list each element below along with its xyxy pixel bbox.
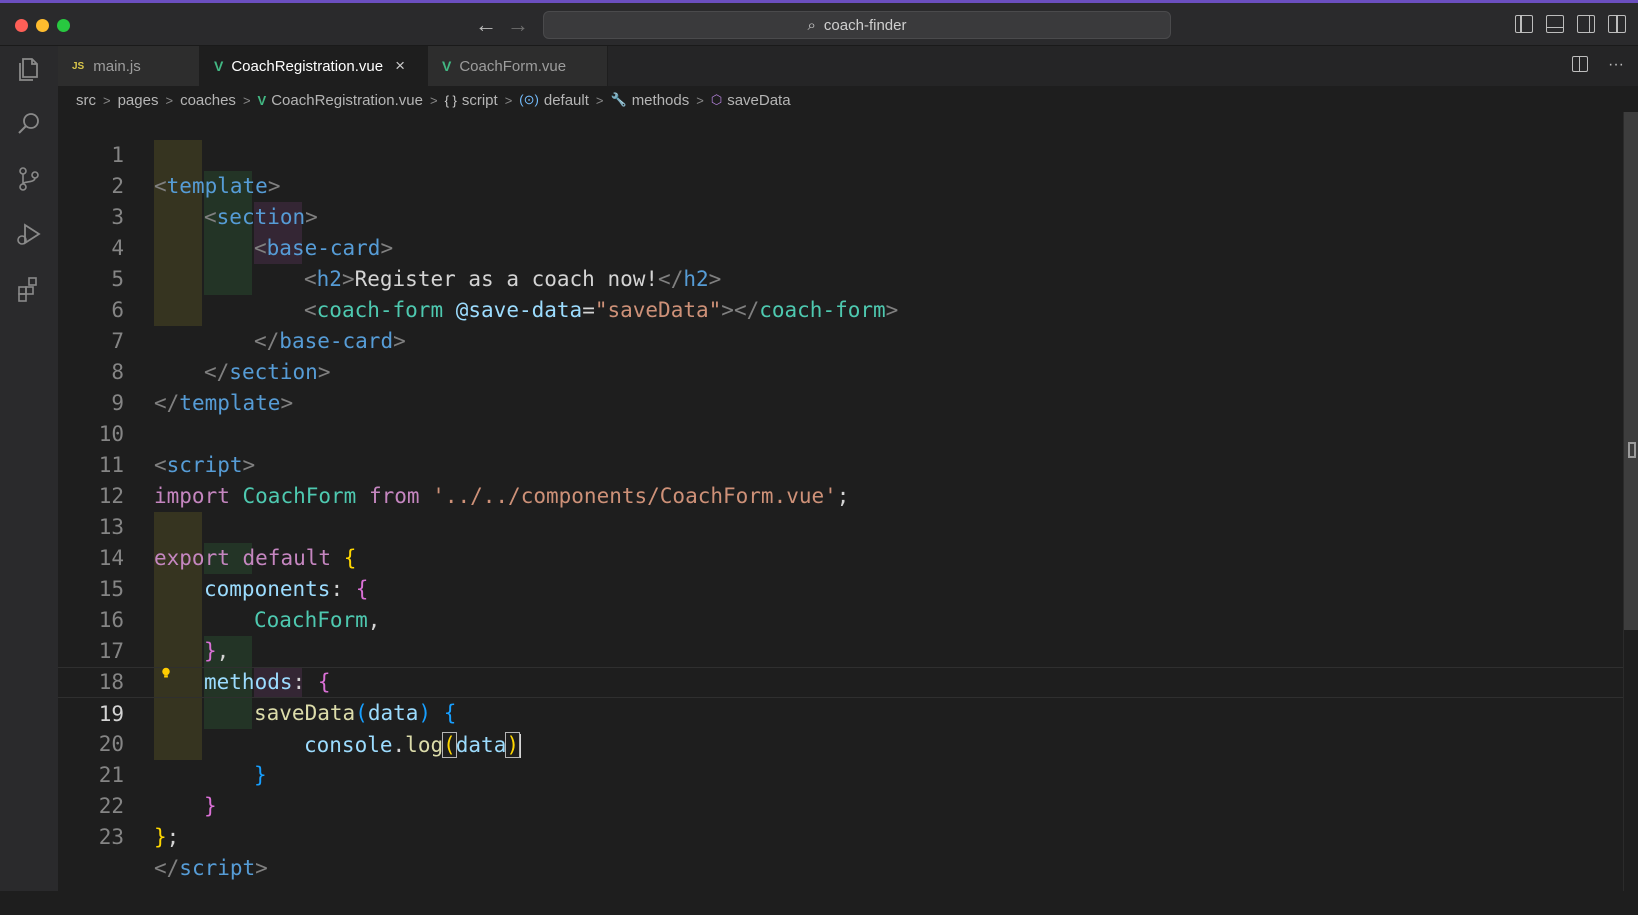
breadcrumb-src[interactable]: src — [76, 92, 96, 109]
source-control-icon[interactable] — [14, 164, 44, 194]
breadcrumb-coaches[interactable]: coaches — [180, 92, 236, 109]
code-line: 11 import CoachForm from '../../componen… — [58, 419, 1638, 508]
code-line: 1 <template> — [58, 109, 1638, 198]
tab-main-js[interactable]: JS main.js — [58, 46, 200, 86]
tab-label: CoachForm.vue — [459, 57, 567, 75]
code-line: 15 CoachForm, — [58, 543, 1638, 632]
code-line: 7 </section> — [58, 295, 1638, 384]
vue-file-icon: V — [257, 92, 267, 108]
back-arrow-icon[interactable]: ← — [475, 12, 497, 38]
breadcrumb-savedata[interactable]: saveData — [727, 92, 790, 109]
zoom-window-button[interactable] — [57, 19, 70, 32]
lightbulb-icon[interactable] — [160, 667, 172, 679]
close-tab-icon[interactable]: × — [395, 56, 405, 76]
method-icon: ⬡ — [710, 92, 723, 107]
code-line: 17 methods: { — [58, 605, 1638, 694]
files-icon[interactable] — [14, 54, 44, 84]
tab-label: CoachRegistration.vue — [231, 57, 384, 75]
minimize-window-button[interactable] — [36, 19, 49, 32]
extensions-icon[interactable] — [14, 274, 44, 304]
toggle-panel-icon[interactable] — [1546, 15, 1564, 33]
code-line-current: 19 console.log(data) — [58, 667, 1638, 758]
property-icon: 🔧 — [610, 92, 627, 107]
code-line: 12 — [58, 450, 1638, 508]
variable-icon: (⊙) — [519, 92, 539, 107]
code-line: 18 saveData(data) { — [58, 636, 1638, 725]
toggle-secondary-sidebar-icon[interactable] — [1577, 15, 1595, 33]
breadcrumb-methods[interactable]: methods — [632, 92, 690, 109]
code-line: 23 </script> — [58, 791, 1638, 880]
customize-layout-icon[interactable] — [1608, 15, 1626, 33]
editor-actions: ··· — [1572, 56, 1624, 74]
code-editor[interactable]: 1 <template> 2 <section> 3 <base-card> 4… — [58, 112, 1638, 891]
search-icon[interactable] — [14, 109, 44, 139]
window-title: coach-finder — [823, 16, 907, 34]
title-bar: ← → ⌕ coach-finder — [0, 0, 1638, 46]
toggle-primary-sidebar-icon[interactable] — [1515, 15, 1533, 33]
layout-controls — [1515, 15, 1626, 33]
line-number: 23 — [98, 825, 124, 849]
chevron-right-icon: > — [504, 92, 513, 108]
chevron-right-icon: > — [696, 92, 704, 108]
vue-file-icon: V — [442, 58, 452, 74]
more-actions-icon[interactable]: ··· — [1608, 56, 1624, 74]
breadcrumb-script[interactable]: script — [462, 92, 498, 109]
close-window-button[interactable] — [15, 19, 28, 32]
command-center-search[interactable]: ⌕ coach-finder — [543, 11, 1171, 39]
search-icon: ⌕ — [807, 16, 816, 34]
tab-coach-form-vue[interactable]: V CoachForm.vue — [428, 46, 608, 86]
code-line: 14 components: { — [58, 512, 1638, 601]
chevron-right-icon: > — [595, 92, 604, 108]
code-line: 20 } — [58, 698, 1638, 787]
breadcrumb-file[interactable]: CoachRegistration.vue — [271, 92, 423, 109]
activity-bar — [0, 46, 58, 891]
code-line: 6 </base-card> — [58, 264, 1638, 353]
editor-tab-bar: JS main.js V CoachRegistration.vue × V C… — [58, 46, 1638, 86]
cursor-position-marker — [1628, 442, 1636, 458]
code-line: 2 <section> — [58, 140, 1638, 229]
split-editor-icon[interactable] — [1572, 56, 1589, 72]
scrollbar-thumb[interactable] — [1624, 112, 1638, 630]
code-line: 8 </template> — [58, 326, 1638, 415]
code-line: 3 <base-card> — [58, 171, 1638, 260]
namespace-icon: { } — [444, 92, 457, 108]
code-line: 22 }; — [58, 760, 1638, 849]
tab-label: main.js — [93, 57, 141, 75]
code-line: 5 <coach-form @save-data="saveData"></co… — [58, 233, 1638, 322]
breadcrumb-pages[interactable]: pages — [118, 92, 159, 109]
tab-coach-registration-vue[interactable]: V CoachRegistration.vue × — [200, 46, 428, 86]
code-line: 16 }, — [58, 574, 1638, 663]
code-line: 9 — [58, 357, 1638, 415]
code-line: 13 export default { — [58, 481, 1638, 570]
forward-arrow-icon[interactable]: → — [507, 12, 529, 38]
javascript-file-icon: JS — [72, 60, 85, 72]
chevron-right-icon: > — [103, 92, 111, 108]
chevron-right-icon: > — [242, 92, 251, 108]
code-line: 4 <h2>Register as a coach now!</h2> — [58, 202, 1638, 291]
breadcrumb-default[interactable]: default — [544, 92, 589, 109]
code-line: 21 } — [58, 729, 1638, 818]
run-debug-icon[interactable] — [14, 219, 44, 249]
chevron-right-icon: > — [429, 92, 438, 108]
vue-file-icon: V — [214, 58, 224, 74]
chevron-right-icon: > — [165, 92, 174, 108]
code-line: 10 <script> — [58, 388, 1638, 477]
